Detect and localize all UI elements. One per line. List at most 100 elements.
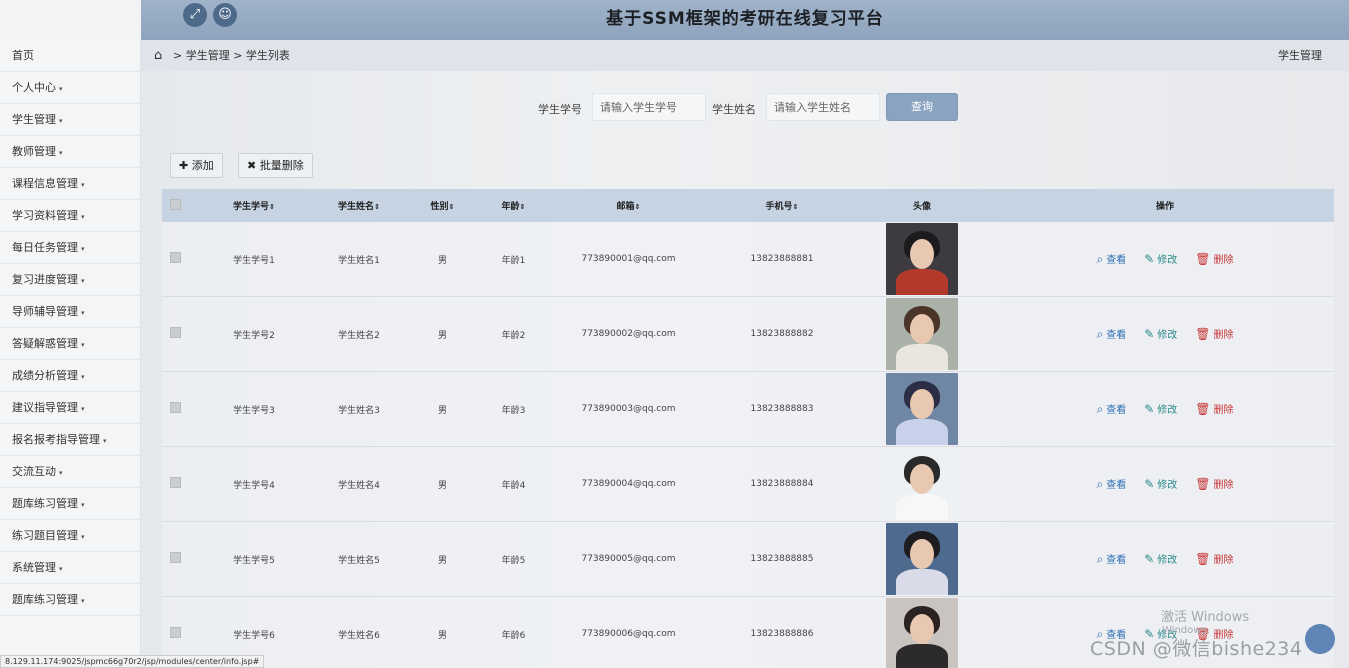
header-ops: 操作: [1155, 202, 1174, 212]
cell-email: 773890002@qq.com: [581, 329, 676, 339]
row-checkbox[interactable]: [162, 402, 189, 416]
header-phone[interactable]: 手机号⇕: [716, 199, 848, 212]
chevron-down-icon: ▾: [81, 341, 85, 349]
row-checkbox[interactable]: [162, 552, 189, 566]
header-name[interactable]: 学生姓名⇕: [319, 199, 399, 212]
table-row: 学生学号1 学生姓名1 男 年龄1 773890001@qq.com 1382388888…: [162, 222, 1334, 297]
student-table: 学生学号⇕ 学生姓名⇕ 性别⇕ 年龄⇕ 邮箱⇕ 手机号⇕ 头像 操作 学生学号1…: [162, 189, 1334, 668]
select-all-checkbox[interactable]: [162, 198, 189, 213]
sidebar-item[interactable]: 课程信息管理 ▾: [0, 168, 140, 200]
add-button[interactable]: ✚ 添加: [170, 153, 223, 178]
sidebar-item-label: 导师辅导管理: [12, 305, 78, 318]
avatar: [886, 523, 958, 595]
sidebar-item[interactable]: 题库练习管理 ▾: [0, 584, 140, 616]
sidebar-item[interactable]: 学生管理 ▾: [0, 104, 140, 136]
cell-id: 学生学号3: [233, 405, 275, 416]
edit-button[interactable]: ✎ 修改: [1144, 326, 1177, 342]
row-checkbox[interactable]: [162, 327, 189, 341]
cell-avatar: [848, 298, 996, 370]
cell-age: 年龄5: [501, 555, 526, 566]
student-id-input[interactable]: [592, 93, 706, 121]
chevron-down-icon: ▾: [81, 597, 85, 605]
view-button[interactable]: ⌕ 查看: [1096, 476, 1126, 492]
search-icon: ⌕: [1096, 252, 1104, 266]
trash-icon: 🗑: [1195, 402, 1211, 416]
sidebar-item[interactable]: 系统管理 ▾: [0, 552, 140, 584]
cell-age: 年龄2: [501, 330, 526, 341]
chevron-down-icon: ▾: [59, 149, 63, 157]
edit-button[interactable]: ✎ 修改: [1144, 251, 1177, 267]
cell-ops: ⌕ 查看 ✎ 修改 🗑 删除: [996, 251, 1334, 267]
view-button[interactable]: ⌕ 查看: [1096, 251, 1126, 267]
trash-icon: 🗑: [1195, 327, 1211, 341]
row-checkbox[interactable]: [162, 477, 189, 491]
edit-button[interactable]: ✎ 修改: [1144, 401, 1177, 417]
query-button[interactable]: 查询: [886, 93, 958, 121]
cell-id: 学生学号5: [233, 555, 275, 566]
chevron-down-icon: ▾: [59, 85, 63, 93]
sidebar-item-label: 题库练习管理: [12, 497, 78, 510]
sidebar-item[interactable]: 教师管理 ▾: [0, 136, 140, 168]
sidebar-item-label: 学生管理: [12, 113, 56, 126]
trash-icon: 🗑: [1195, 552, 1211, 566]
cell-email: 773890005@qq.com: [581, 554, 676, 564]
chevron-down-icon: ▾: [81, 277, 85, 285]
delete-button[interactable]: 🗑 删除: [1195, 401, 1233, 417]
table-row: 学生学号2 学生姓名2 男 年龄2 773890002@qq.com 1382388888…: [162, 297, 1334, 372]
view-button[interactable]: ⌕ 查看: [1096, 401, 1126, 417]
header-avatar: 头像: [912, 202, 931, 212]
sidebar-item-label: 交流互动: [12, 465, 56, 478]
sidebar-item[interactable]: 学习资料管理 ▾: [0, 200, 140, 232]
sidebar-item[interactable]: 导师辅导管理 ▾: [0, 296, 140, 328]
header-email[interactable]: 邮箱⇕: [541, 199, 716, 212]
chevron-down-icon: ▾: [81, 373, 85, 381]
cell-email: 773890004@qq.com: [581, 479, 676, 489]
delete-button[interactable]: 🗑 删除: [1195, 326, 1233, 342]
sidebar-item[interactable]: 每日任务管理 ▾: [0, 232, 140, 264]
row-checkbox[interactable]: [162, 627, 189, 641]
home-icon[interactable]: ⌂: [154, 40, 162, 71]
sidebar-item[interactable]: 建议指导管理 ▾: [0, 392, 140, 424]
cell-sex: 男: [437, 630, 447, 641]
avatar: [886, 223, 958, 295]
sidebar-item[interactable]: 交流互动 ▾: [0, 456, 140, 488]
sidebar-item[interactable]: 答疑解惑管理 ▾: [0, 328, 140, 360]
cell-id: 学生学号1: [233, 255, 275, 266]
cell-id: 学生学号6: [233, 630, 275, 641]
cell-avatar: [848, 598, 996, 668]
sidebar-item[interactable]: 练习题目管理 ▾: [0, 520, 140, 552]
sidebar-item[interactable]: 报名报考指导管理 ▾: [0, 424, 140, 456]
cell-phone: 13823888881: [750, 254, 814, 264]
cell-sex: 男: [437, 405, 447, 416]
header-id[interactable]: 学生学号⇕: [189, 199, 319, 212]
delete-button[interactable]: 🗑 删除: [1195, 476, 1233, 492]
csdn-watermark: CSDN @微信bishe234: [1090, 638, 1303, 660]
sidebar-item[interactable]: 首页: [0, 40, 140, 72]
student-name-input[interactable]: [766, 93, 880, 121]
pencil-icon: ✎: [1144, 402, 1155, 416]
status-url: 8.129.11.174:9025/jspmc66g70r2/jsp/modul…: [0, 655, 265, 668]
batch-delete-button[interactable]: ✖ 批量删除: [238, 153, 313, 178]
header-sex[interactable]: 性别⇕: [399, 199, 486, 212]
sidebar-item[interactable]: 复习进度管理 ▾: [0, 264, 140, 296]
sidebar-item[interactable]: 成绩分析管理 ▾: [0, 360, 140, 392]
cell-name: 学生姓名1: [338, 255, 380, 266]
cell-ops: ⌕ 查看 ✎ 修改 🗑 删除: [996, 476, 1334, 492]
sidebar-item-label: 答疑解惑管理: [12, 337, 78, 350]
delete-button[interactable]: 🗑 删除: [1195, 551, 1233, 567]
header-age[interactable]: 年龄⇕: [486, 199, 541, 212]
student-name-label: 学生姓名: [712, 103, 756, 116]
cell-name: 学生姓名6: [338, 630, 380, 641]
edit-button[interactable]: ✎ 修改: [1144, 551, 1177, 567]
row-checkbox[interactable]: [162, 252, 189, 266]
sidebar-item[interactable]: 个人中心 ▾: [0, 72, 140, 104]
page-title: 基于SSM框架的考研在线复习平台: [606, 9, 884, 29]
table-header: 学生学号⇕ 学生姓名⇕ 性别⇕ 年龄⇕ 邮箱⇕ 手机号⇕ 头像 操作: [162, 189, 1334, 222]
edit-button[interactable]: ✎ 修改: [1144, 476, 1177, 492]
delete-button[interactable]: 🗑 删除: [1195, 251, 1233, 267]
view-button[interactable]: ⌕ 查看: [1096, 551, 1126, 567]
table-body: 学生学号1 学生姓名1 男 年龄1 773890001@qq.com 1382388888…: [162, 222, 1334, 668]
view-button[interactable]: ⌕ 查看: [1096, 326, 1126, 342]
floating-button[interactable]: [1305, 624, 1335, 654]
sidebar-item[interactable]: 题库练习管理 ▾: [0, 488, 140, 520]
